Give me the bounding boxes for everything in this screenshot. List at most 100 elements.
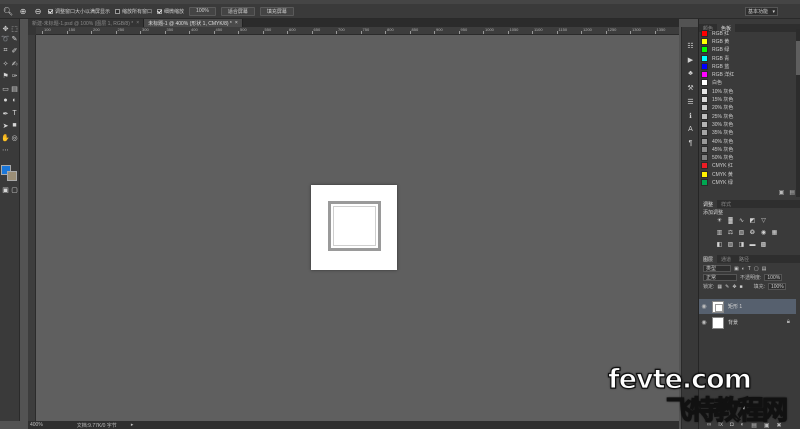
scrollbar-thumb[interactable] [796, 41, 800, 75]
swatch-item[interactable]: 50% 灰色 [699, 153, 795, 162]
crop-tool-icon[interactable]: ⌗ [1, 46, 10, 55]
dodge-tool-icon[interactable]: ◐ [10, 96, 19, 105]
channel-mixer-icon[interactable]: ◉ [760, 229, 767, 236]
tab-channels[interactable]: 通道 [717, 255, 735, 263]
eyedropper-tool-icon[interactable]: ✐ [10, 46, 19, 55]
swatch-item[interactable]: 45% 灰色 [699, 145, 795, 153]
swatch-item[interactable]: RGB 洋红 [699, 70, 795, 79]
rectangle-shape[interactable] [328, 201, 381, 251]
canvas-area[interactable] [36, 35, 679, 421]
lock-move-icon[interactable]: ✥ [732, 284, 736, 290]
info-icon[interactable]: ℹ [686, 111, 695, 120]
curves-icon[interactable]: ∿ [738, 217, 745, 224]
chevron-right-icon[interactable]: ▸ [131, 422, 134, 428]
background-color-swatch[interactable] [7, 171, 17, 181]
filter-pixel-icon[interactable]: ▣ [734, 266, 739, 272]
selective-color-icon[interactable]: ▩ [760, 241, 767, 248]
swatch-item[interactable]: RGB 绿 [699, 46, 795, 54]
swatch-item[interactable]: RGB 蓝 [699, 62, 795, 70]
swatch-item[interactable]: 25% 灰色 [699, 112, 795, 120]
lock-paint-icon[interactable]: ✎ [725, 284, 729, 290]
healing-brush-icon[interactable]: ✧ [1, 59, 10, 68]
brush-tool-icon[interactable]: ✍ [10, 59, 19, 68]
more-tools-icon[interactable]: ⋯ [1, 145, 10, 154]
pen-tool-icon[interactable]: ✒ [1, 109, 10, 118]
swatch-item[interactable]: 白色 [699, 79, 795, 87]
trash-icon[interactable]: ▤ [789, 189, 795, 196]
color-balance-icon[interactable]: ⚖ [727, 229, 734, 236]
layer-row-background[interactable]: ◉ 背景 🔒︎ [699, 315, 796, 330]
vibrance-icon[interactable]: ▽ [760, 217, 767, 224]
blend-mode-select[interactable]: 正常 [703, 274, 737, 281]
swatch-item[interactable]: CMYK 黄 [699, 170, 795, 178]
tab-document-1[interactable]: 新建-未标题-1.psd @ 100% (图层 1, RGB/8) * × [28, 19, 145, 27]
resize-windows-checkbox[interactable]: 调整窗口大小以满屏显示 [48, 8, 110, 15]
paragraph-icon[interactable]: ¶ [686, 139, 695, 148]
eye-icon[interactable]: ◉ [699, 319, 709, 326]
filter-adjust-icon[interactable]: ◐ [742, 266, 745, 272]
actions-play-icon[interactable]: ▶ [686, 55, 695, 64]
threshold-icon[interactable]: ◨ [738, 241, 745, 248]
layer-row-rectangle[interactable]: ◉ 矩形 1 [699, 299, 796, 314]
swatch-item[interactable]: 30% 灰色 [699, 120, 795, 128]
screen-mode-icon[interactable]: ▢ [10, 185, 19, 194]
scrubby-zoom-checkbox[interactable]: 细微缩放 [157, 8, 184, 15]
zoom-in-icon[interactable]: ⊕ [18, 6, 28, 16]
levels-icon[interactable]: ▓ [727, 217, 734, 224]
gradient-map-icon[interactable]: ▬ [749, 241, 756, 248]
history-brush-icon[interactable]: ✑ [10, 71, 19, 80]
zoom-tool-icon[interactable]: ◎ [10, 133, 19, 142]
lock-all-icon[interactable]: ■ [740, 284, 743, 290]
gradient-tool-icon[interactable]: ▤ [10, 84, 19, 93]
path-select-tool-icon[interactable]: ➤ [1, 121, 10, 130]
swatch-item[interactable]: 15% 灰色 [699, 95, 795, 104]
opacity-field[interactable]: 100% [764, 274, 783, 281]
history-icon[interactable]: ☷ [686, 41, 695, 50]
zoom-level[interactable]: 400% [30, 422, 43, 428]
tab-adjustments[interactable]: 调整 [699, 200, 718, 208]
filter-type-icon[interactable]: T [748, 266, 751, 272]
document-canvas[interactable] [311, 185, 397, 270]
zoom-all-windows-checkbox[interactable]: 缩放所有窗口 [115, 8, 152, 15]
blur-tool-icon[interactable]: ● [1, 96, 10, 105]
hue-saturation-icon[interactable]: ▥ [716, 229, 723, 236]
tab-styles[interactable]: 样式 [717, 200, 735, 208]
zoom-tool-icon[interactable]: 🔍︎ [3, 6, 13, 16]
invert-icon[interactable]: ◧ [716, 241, 723, 248]
clone-stamp-icon[interactable]: ⚑ [1, 71, 10, 80]
layer-name[interactable]: 背景 [728, 319, 738, 326]
quick-select-tool-icon[interactable]: ✎ [10, 34, 19, 43]
eye-icon[interactable]: ◉ [699, 303, 709, 310]
type-tool-icon[interactable]: T [10, 109, 19, 118]
brightness-icon[interactable]: ☀ [716, 217, 723, 224]
zoom-out-icon[interactable]: ⊖ [33, 6, 43, 16]
workspace-select[interactable]: 基本功能 ▾ [745, 7, 778, 16]
tab-layers[interactable]: 图层 [699, 255, 718, 263]
fill-screen-button[interactable]: 填充屏幕 [259, 6, 294, 16]
fill-field[interactable]: 100% [767, 283, 786, 290]
tab-document-2[interactable]: 未标题-1 @ 400% (形状 1, CMYK/8) * × [144, 19, 243, 27]
black-white-icon[interactable]: ▧ [738, 229, 745, 236]
layer-name[interactable]: 矩形 1 [728, 303, 742, 310]
new-swatch-icon[interactable]: ▣ [779, 189, 785, 196]
close-icon[interactable]: × [136, 20, 139, 26]
color-lookup-icon[interactable]: ▦ [771, 229, 778, 236]
lasso-tool-icon[interactable]: ➰ [1, 34, 10, 43]
filter-smart-icon[interactable]: ▤ [762, 266, 767, 272]
zoom-100-button[interactable]: 100% [189, 6, 216, 16]
swatch-item[interactable]: 20% 灰色 [699, 104, 795, 112]
tab-paths[interactable]: 路径 [735, 255, 753, 263]
quick-mask-icon[interactable]: ▣ [1, 185, 10, 194]
fit-screen-button[interactable]: 适合屏幕 [220, 6, 255, 16]
character-icon[interactable]: A [686, 125, 695, 134]
eraser-tool-icon[interactable]: ▭ [1, 84, 10, 93]
properties-icon[interactable]: ☰ [686, 97, 695, 106]
photo-filter-icon[interactable]: ❂ [749, 229, 756, 236]
lock-pixels-icon[interactable]: ▦ [717, 284, 722, 290]
swatch-item[interactable]: 40% 灰色 [699, 137, 795, 145]
posterize-icon[interactable]: ▨ [727, 241, 734, 248]
marquee-tool-icon[interactable]: ⬚ [10, 24, 19, 33]
kind-filter-select[interactable]: 类型 [703, 265, 731, 272]
swatch-item[interactable]: 10% 灰色 [699, 87, 795, 95]
exposure-icon[interactable]: ◩ [749, 217, 756, 224]
